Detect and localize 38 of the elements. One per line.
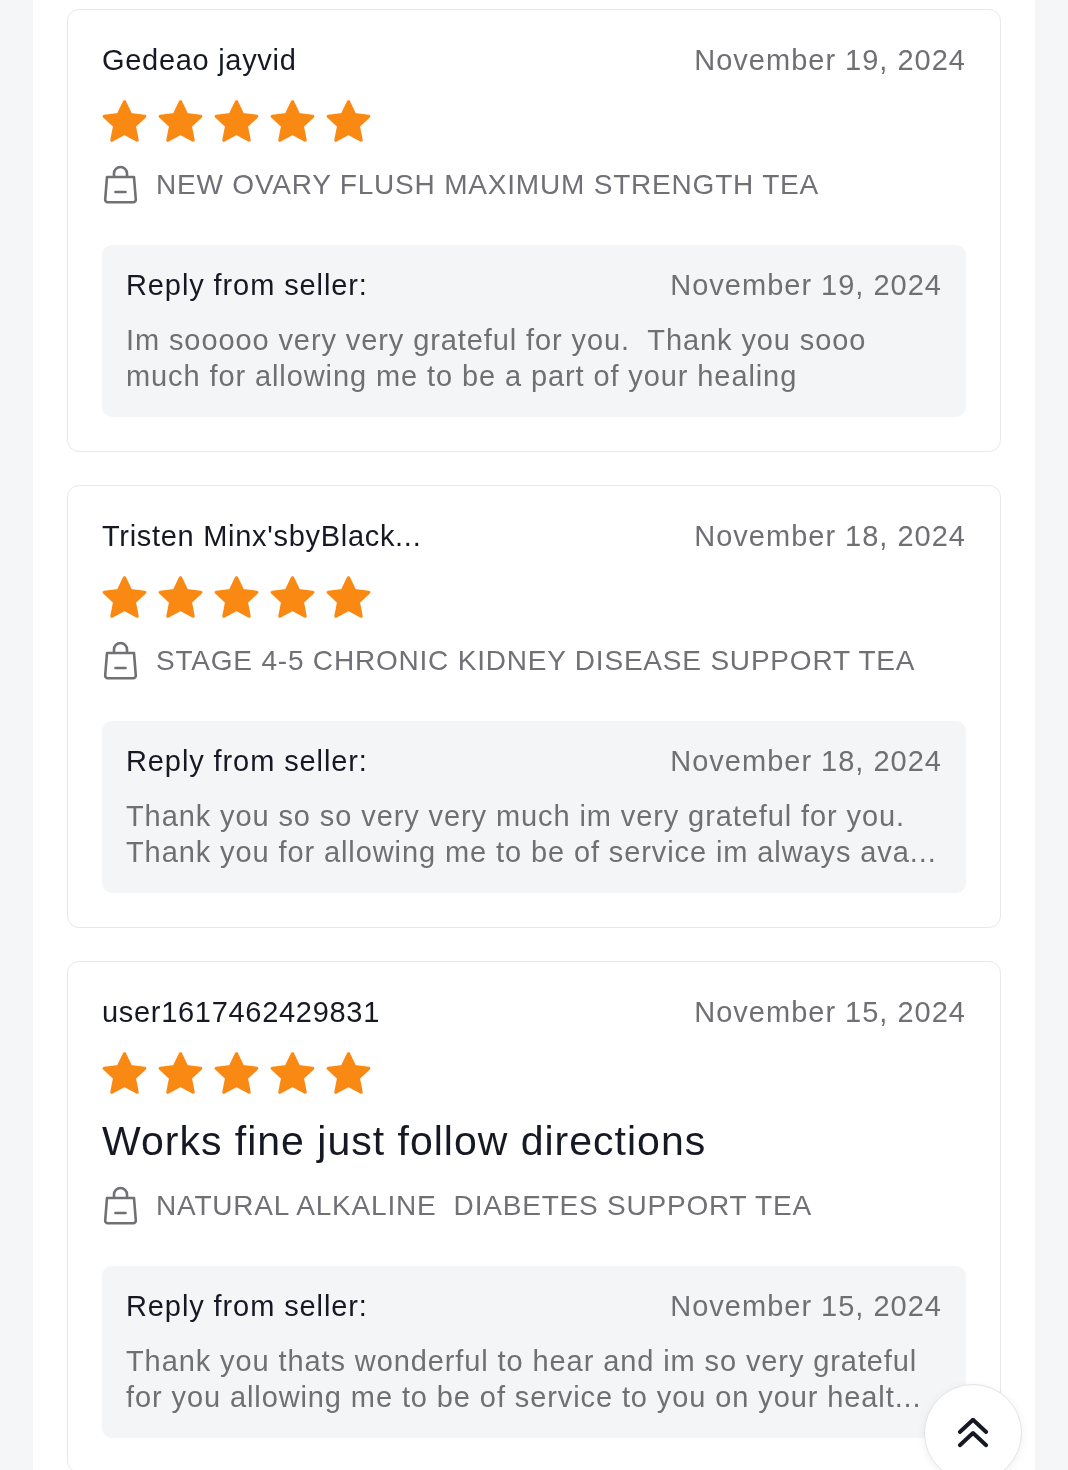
star-icon [326, 575, 371, 619]
reply-date: November 19, 2024 [670, 268, 942, 303]
review-title: Works fine just follow directions [102, 1117, 708, 1165]
reply-text: Thank you so so very very much im very grateful for you. Thank you for allowing me to be of service im always ava... [126, 799, 938, 870]
star-icon [158, 1051, 203, 1095]
product-name: STAGE 4-5 CHRONIC KIDNEY DISEASE SUPPORT TEA [156, 643, 916, 678]
star-icon [326, 1051, 371, 1095]
product-name: NEW OVARY FLUSH MAXIMUM STRENGTH TEA [156, 167, 820, 202]
reviewer-name: user1617462429831 [102, 995, 380, 1030]
star-icon [214, 1051, 259, 1095]
star-icon [270, 1051, 315, 1095]
double-chevron-up-icon [957, 1417, 989, 1448]
shopping-bag-icon [102, 641, 139, 680]
review-date: November 15, 2024 [694, 995, 966, 1030]
reviewer-name: Gedeao jayvid [102, 43, 297, 78]
star-icon [270, 575, 315, 619]
shopping-bag-icon [102, 165, 139, 204]
reply-text: Im sooooo very very grateful for you. Thank you sooo much for allowing me to be a part of your healing [126, 323, 868, 394]
reply-date: November 18, 2024 [670, 744, 942, 779]
reply-date: November 15, 2024 [670, 1289, 942, 1324]
star-icon [158, 575, 203, 619]
product-name: NATURAL ALKALINE DIABETES SUPPORT TEA [156, 1188, 812, 1223]
reviewer-name: Tristen Minx'sbyBlack... [102, 519, 422, 554]
review-date: November 18, 2024 [694, 519, 966, 554]
star-icon [102, 1051, 147, 1095]
star-icon [102, 575, 147, 619]
star-icon [326, 99, 371, 143]
star-icon [158, 99, 203, 143]
star-icon [214, 575, 259, 619]
reply-label: Reply from seller: [126, 744, 368, 779]
shopping-bag-icon [102, 1186, 139, 1225]
star-icon [214, 99, 259, 143]
star-icon [102, 99, 147, 143]
reply-label: Reply from seller: [126, 1289, 368, 1324]
reply-text: Thank you thats wonderful to hear and im so very grateful for you allowing me to be of service to you on your healt... [126, 1344, 923, 1415]
reply-label: Reply from seller: [126, 268, 368, 303]
star-icon [270, 99, 315, 143]
review-date: November 19, 2024 [694, 43, 966, 78]
